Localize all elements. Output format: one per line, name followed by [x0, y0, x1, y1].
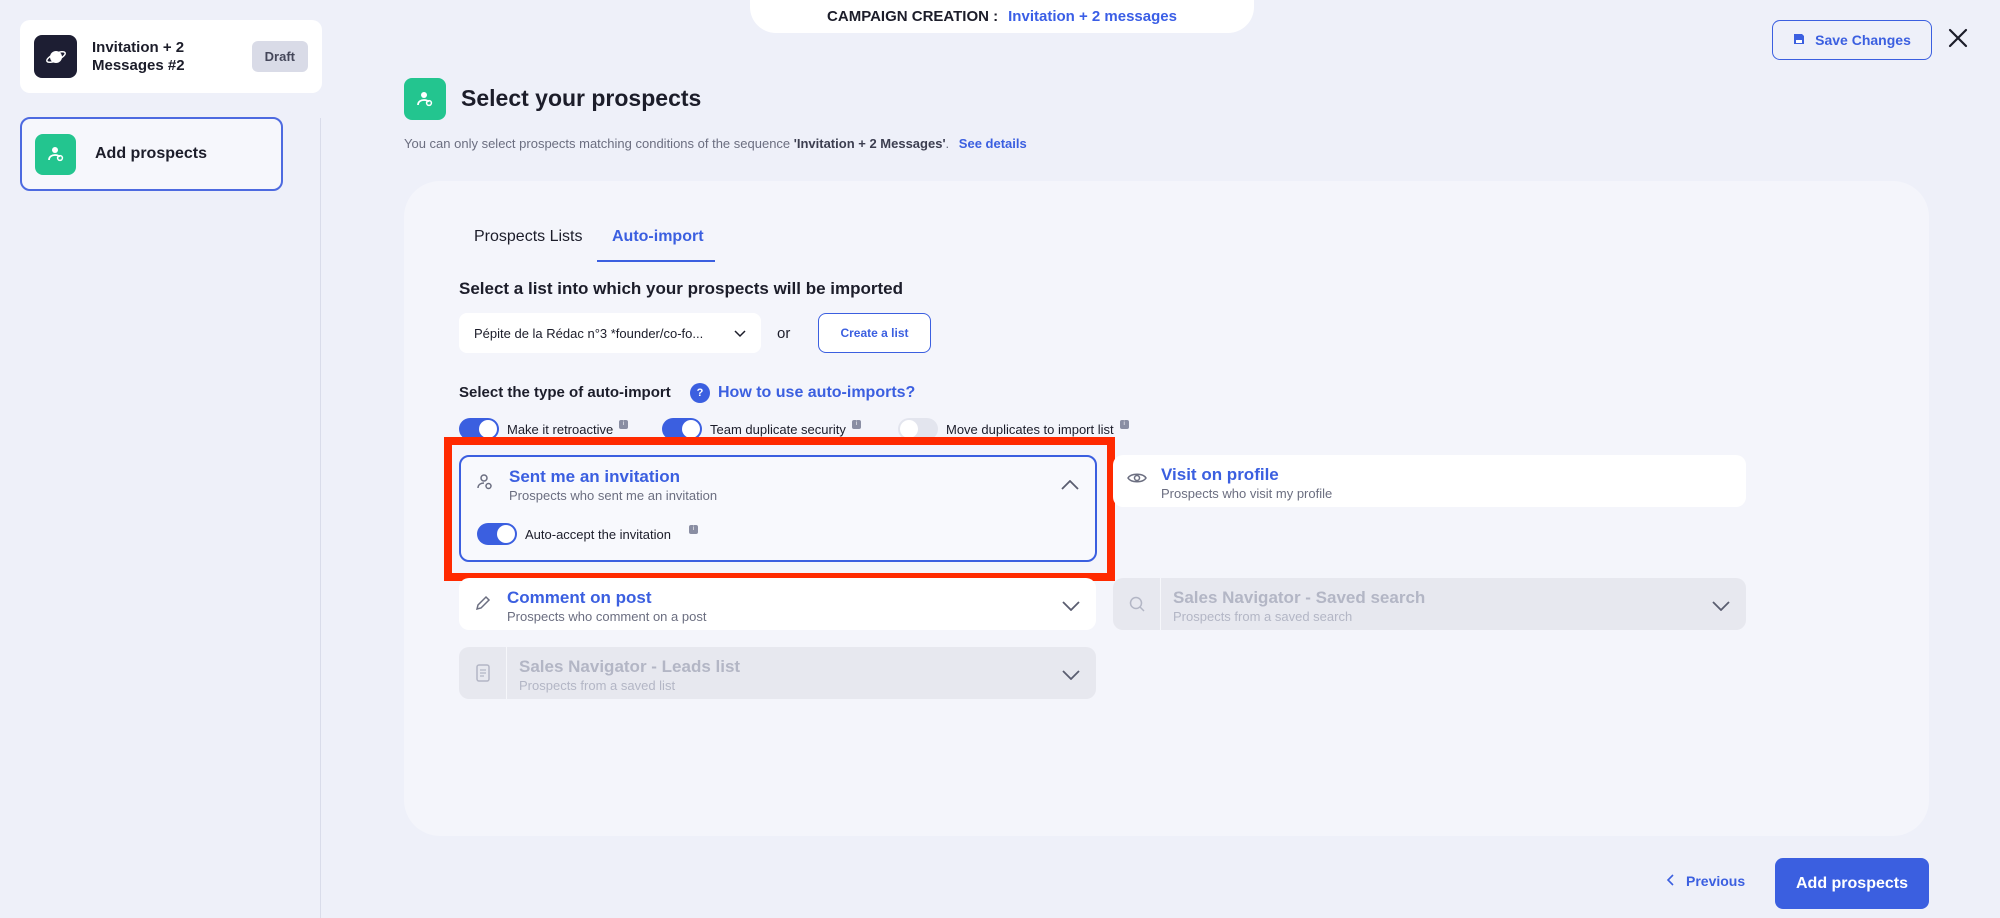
- eye-icon: [1113, 455, 1161, 485]
- see-details-link[interactable]: See details: [959, 136, 1027, 151]
- prospects-icon: [404, 78, 446, 120]
- option-visit-profile[interactable]: Visit on profile Prospects who visit my …: [1113, 455, 1746, 507]
- create-list-button[interactable]: Create a list: [818, 313, 931, 353]
- note-prefix: You can only select prospects matching c…: [404, 136, 794, 151]
- status-badge: Draft: [251, 41, 308, 72]
- toggle-label: Make it retroactive: [507, 421, 614, 437]
- sidebar-divider: [320, 118, 321, 918]
- toggle-label: Move duplicates to import list: [946, 421, 1114, 437]
- help-icon: ?: [690, 383, 710, 403]
- previous-label: Previous: [1686, 873, 1746, 889]
- option-sales-nav-leads-list: Sales Navigator - Leads list Prospects f…: [459, 647, 1096, 699]
- toggle-label: Team duplicate security: [710, 421, 846, 437]
- info-icon[interactable]: i: [851, 419, 861, 429]
- sequence-note: You can only select prospects matching c…: [404, 136, 1027, 151]
- note-sequence: 'Invitation + 2 Messages': [793, 136, 946, 151]
- option-sales-nav-saved-search: Sales Navigator - Saved search Prospects…: [1113, 578, 1746, 630]
- add-prospects-button[interactable]: Add prospects: [1775, 858, 1929, 909]
- import-list-title: Select a list into which your prospects …: [459, 279, 903, 298]
- option-subtitle: Prospects who comment on a post: [507, 609, 707, 624]
- save-changes-button[interactable]: Save Changes: [1772, 20, 1932, 60]
- note-suffix: .: [945, 136, 950, 151]
- tab-prospects-lists[interactable]: Prospects Lists: [474, 228, 582, 246]
- chevron-down-icon: [1712, 598, 1730, 616]
- planet-icon: [34, 35, 77, 78]
- info-icon[interactable]: i: [1119, 419, 1129, 429]
- chevron-down-icon: [734, 326, 746, 341]
- save-changes-label: Save Changes: [1815, 32, 1911, 48]
- option-title: Sales Navigator - Leads list: [519, 657, 741, 676]
- or-text: or: [777, 325, 791, 342]
- search-icon: [1113, 578, 1161, 630]
- import-list-value: Pépite de la Rédac n°3 *founder/co-fo...: [474, 325, 704, 341]
- chevron-down-icon[interactable]: [1062, 598, 1080, 616]
- campaign-name: Invitation + 2 Messages #2: [92, 38, 185, 74]
- sidebar-item-add-prospects[interactable]: Add prospects: [20, 117, 283, 191]
- save-icon: [1793, 32, 1805, 48]
- chevron-down-icon: [1062, 667, 1080, 685]
- banner-label: CAMPAIGN CREATION :: [827, 8, 999, 25]
- info-icon[interactable]: i: [619, 419, 629, 429]
- pencil-icon: [459, 578, 507, 612]
- option-title: Comment on post: [507, 588, 652, 607]
- auto-import-type-title: Select the type of auto-import: [459, 384, 671, 401]
- banner-value: Invitation + 2 messages: [1008, 8, 1177, 25]
- option-subtitle: Prospects who visit my profile: [1161, 486, 1333, 501]
- user-icon: [35, 133, 76, 175]
- how-to-auto-import-link[interactable]: ? How to use auto-imports?: [690, 383, 915, 403]
- option-subtitle: Prospects from a saved list: [519, 678, 676, 693]
- sidebar-item-label: Add prospects: [95, 145, 208, 162]
- campaign-creation-banner: CAMPAIGN CREATION : Invitation + 2 messa…: [750, 0, 1254, 33]
- close-icon[interactable]: [1944, 24, 1972, 52]
- previous-button[interactable]: Previous: [1666, 873, 1745, 889]
- chevron-left-icon: [1666, 873, 1674, 889]
- option-title: Sales Navigator - Saved search: [1173, 588, 1426, 607]
- import-list-select[interactable]: Pépite de la Rédac n°3 *founder/co-fo...: [459, 313, 761, 353]
- option-comment-post[interactable]: Comment on post Prospects who comment on…: [459, 578, 1096, 630]
- option-title: Visit on profile: [1161, 465, 1279, 484]
- highlight-box: [444, 437, 1115, 581]
- how-to-label: How to use auto-imports?: [718, 384, 916, 401]
- document-icon: [459, 647, 507, 699]
- tab-auto-import[interactable]: Auto-import: [612, 228, 704, 246]
- campaign-card[interactable]: Invitation + 2 Messages #2 Draft: [20, 20, 322, 93]
- option-subtitle: Prospects from a saved search: [1173, 609, 1353, 624]
- page-title: Select your prospects: [461, 85, 702, 111]
- active-tab-indicator: [597, 260, 715, 262]
